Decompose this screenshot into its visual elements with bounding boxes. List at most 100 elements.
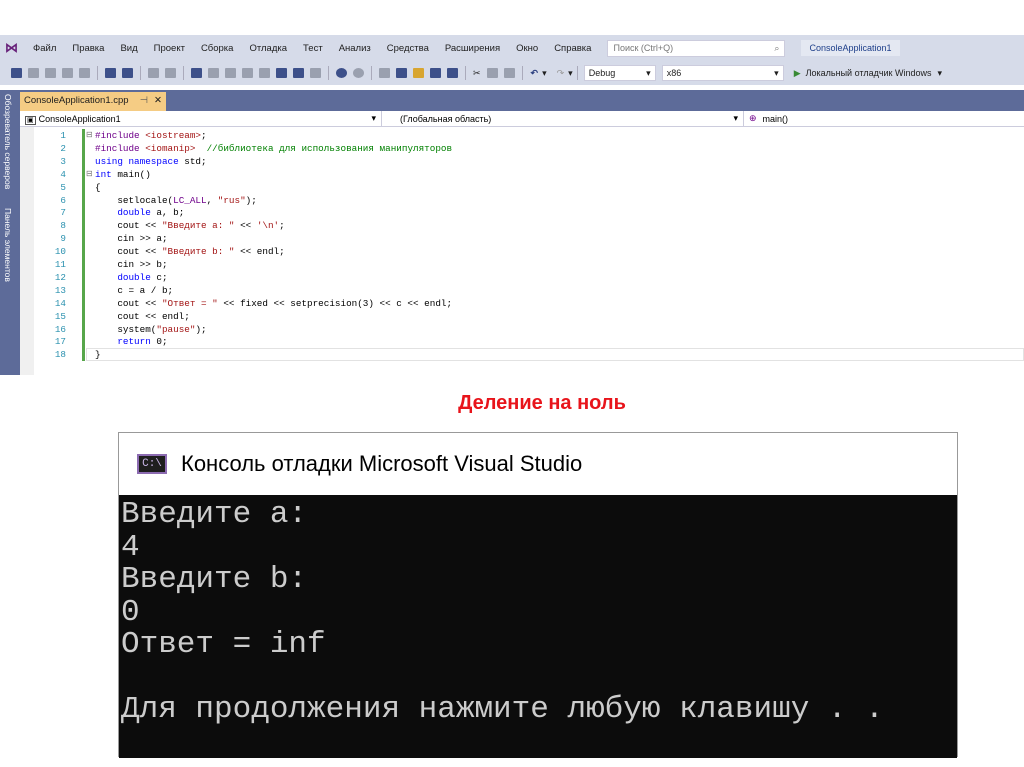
undo-icon[interactable]: ↶ (531, 68, 539, 79)
toolbar-icon[interactable] (165, 68, 176, 78)
search-placeholder: Поиск (Ctrl+Q) (613, 43, 674, 53)
project-dropdown[interactable]: ▣ ConsoleApplication1 ▾ (20, 111, 382, 126)
change-marker (82, 232, 85, 246)
code-token: double (95, 207, 157, 219)
toolbar-icon[interactable] (293, 68, 304, 78)
code-token: '\n' (256, 220, 280, 232)
menu-item[interactable]: Окно (516, 43, 538, 54)
document-tabs: ConsoleApplication1.cpp ⊣ ✕ (20, 90, 1024, 111)
open-folder-icon[interactable] (413, 68, 424, 78)
toolbar-icon[interactable] (79, 68, 90, 78)
menu-item[interactable]: Файл (33, 43, 56, 54)
collapse-icon[interactable]: ⊟ (86, 129, 93, 142)
toolbar-icon[interactable] (242, 68, 253, 78)
change-marker (82, 348, 85, 362)
code-line: 4 ⊟ int main() (20, 167, 1024, 181)
menu-item[interactable]: Средства (387, 43, 429, 54)
paste-icon[interactable] (503, 68, 515, 78)
copy-icon[interactable] (486, 68, 498, 78)
platform-select[interactable]: x86 ▾ (661, 65, 784, 81)
code-token: c = a / b; (95, 284, 174, 296)
bookmark-icon[interactable] (191, 68, 202, 78)
member-dropdown[interactable]: ⊕ main() (744, 111, 1024, 126)
toolbar-icon[interactable] (259, 68, 270, 78)
menu-item[interactable]: Анализ (339, 43, 371, 54)
code-token: ; (201, 130, 213, 141)
uncomment-icon[interactable] (122, 68, 133, 78)
menu-item[interactable]: Проект (154, 43, 185, 54)
collapse-icon[interactable]: ⊟ (86, 168, 93, 181)
line-number: 6 (60, 194, 66, 206)
pin-icon[interactable]: ⊣ (140, 95, 148, 106)
scope-dropdown[interactable]: (Глобальная область) ▾ (382, 111, 744, 126)
code-token: << endl; (234, 246, 285, 258)
code-token: } (95, 349, 101, 361)
configuration-select[interactable]: Debug ▾ (583, 65, 656, 81)
back-icon[interactable] (336, 68, 347, 78)
toolbar-icon[interactable] (310, 68, 321, 78)
code-token: { (95, 181, 101, 193)
line-number: 16 (54, 323, 66, 335)
toolbar-icon[interactable] (276, 68, 287, 78)
toolbar-icon[interactable] (45, 68, 56, 78)
code-editor[interactable]: 1 ⊟ #include <iostream>; 2 #include <iomani… (20, 127, 1024, 375)
code-token: 0; (156, 336, 168, 348)
close-icon[interactable]: ✕ (154, 95, 162, 106)
configuration-value: Debug (588, 68, 616, 78)
toolbar-icon[interactable] (28, 68, 39, 78)
forward-icon[interactable] (353, 68, 364, 78)
code-line: 6 setlocale(LC_ALL, "rus"); (20, 193, 1024, 207)
toolbar-icon[interactable] (62, 68, 73, 78)
menu-item[interactable]: Справка (554, 43, 591, 54)
menu-item[interactable]: Сборка (201, 43, 234, 54)
menu-item[interactable]: Отладка (249, 43, 287, 54)
start-debugging-button[interactable]: ▶ Локальный отладчик Windows ▾ (794, 68, 942, 79)
comment-icon[interactable] (105, 68, 116, 78)
code-line: 1 ⊟ #include <iostream>; (20, 129, 1024, 142)
run-label: Локальный отладчик Windows (805, 68, 932, 78)
save-all-icon[interactable] (447, 68, 458, 78)
add-item-icon[interactable] (396, 68, 407, 78)
toolbox-tab[interactable]: Панель элементов (3, 208, 13, 282)
code-token: cout << endl; (95, 310, 190, 322)
code-text: cout << "Введите b: " << endl; (95, 245, 285, 258)
console-line: Для продолжения нажмите любую клавишу . … (121, 692, 884, 727)
toolbar-icon[interactable] (148, 68, 159, 78)
menu-item[interactable]: Правка (72, 43, 104, 54)
line-number: 3 (60, 155, 66, 167)
redo-icon[interactable]: ↷ (557, 68, 565, 79)
code-token: cout << (95, 297, 162, 309)
code-token: << (234, 220, 257, 232)
server-explorer-tab[interactable]: Обозреватель серверов (3, 94, 13, 189)
change-marker (82, 219, 85, 233)
change-marker (82, 167, 85, 181)
toolbar-icon[interactable] (208, 68, 219, 78)
toolbar-icon[interactable] (225, 68, 236, 78)
search-icon: ⌕ (774, 42, 780, 53)
menu-item[interactable]: Расширения (445, 43, 500, 54)
code-text: cin >> b; (95, 258, 167, 271)
console-line: Ответ = inf (121, 627, 326, 662)
code-token: "Введите b: " (161, 246, 235, 258)
play-icon: ▶ (793, 67, 801, 78)
tab-label: ConsoleApplication1.cpp (24, 95, 129, 106)
visual-studio-logo-icon: ⋈ (5, 40, 18, 55)
search-input[interactable]: Поиск (Ctrl+Q) ⌕ (607, 39, 786, 57)
line-number: 18 (54, 349, 66, 361)
console-line: Введите b: (121, 562, 308, 597)
code-text: cout << "Введите a: " << '\n'; (95, 219, 284, 232)
save-icon[interactable] (430, 68, 441, 78)
new-project-icon[interactable] (379, 68, 390, 78)
code-text: int main() (95, 168, 151, 181)
menu-item[interactable]: Тест (303, 43, 323, 54)
code-token: ); (245, 194, 257, 206)
function-icon: ⊕ (749, 113, 757, 123)
code-token: "pause" (156, 323, 196, 335)
toolbar-icon[interactable] (11, 68, 22, 78)
line-number: 10 (54, 246, 66, 258)
code-token: #include (95, 142, 146, 154)
cut-icon[interactable]: ✂ (473, 68, 481, 79)
tab-consoleapplication1-cpp[interactable]: ConsoleApplication1.cpp ⊣ ✕ (20, 92, 166, 111)
menu-item[interactable]: Вид (120, 43, 137, 54)
code-line: 5{ (20, 180, 1024, 194)
